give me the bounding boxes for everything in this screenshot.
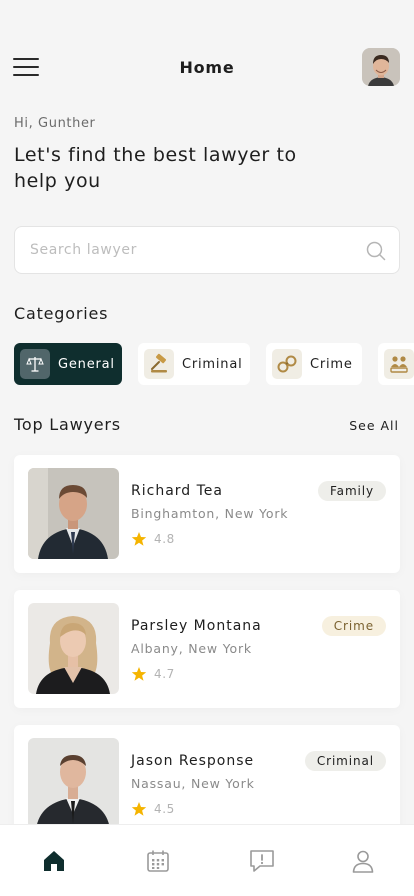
- star-icon: [131, 802, 147, 816]
- category-chip-criminal[interactable]: Criminal: [138, 343, 250, 385]
- top-lawyers-title: Top Lawyers: [14, 415, 121, 434]
- category-chip-crime[interactable]: Crime: [266, 343, 362, 385]
- search-icon[interactable]: [365, 240, 387, 262]
- see-all-link[interactable]: See All: [349, 418, 399, 433]
- search-input[interactable]: [15, 227, 355, 273]
- chat-alert-icon[interactable]: [248, 847, 276, 875]
- lawyer-name: Jason Response: [131, 753, 255, 769]
- lawyer-photo: [28, 603, 119, 694]
- lawyer-location: Binghamton, New York: [131, 506, 289, 521]
- gavel-icon: [144, 349, 174, 379]
- calendar-icon[interactable]: [144, 847, 172, 875]
- user-avatar-image: [362, 48, 400, 86]
- bottom-navigation: [0, 824, 414, 896]
- categories-title: Categories: [14, 304, 109, 323]
- star-icon: [131, 532, 147, 546]
- category-label: General: [58, 356, 115, 372]
- search-bar: [14, 226, 400, 274]
- lawyer-name: Richard Tea: [131, 483, 223, 499]
- rating-value: 4.8: [154, 532, 175, 546]
- category-badge: Criminal: [304, 751, 386, 771]
- lawyer-rating: 4.5: [131, 801, 175, 817]
- lawyer-photo: [28, 738, 119, 829]
- home-icon[interactable]: [40, 847, 68, 875]
- rating-value: 4.5: [154, 802, 175, 816]
- user-profile-icon[interactable]: [349, 847, 377, 875]
- lawyer-rating: 4.8: [131, 531, 175, 547]
- category-label: Criminal: [182, 356, 243, 372]
- handcuffs-icon: [272, 349, 302, 379]
- scales-icon: [20, 349, 50, 379]
- page-title: Home: [179, 58, 235, 77]
- category-badge: Family: [317, 481, 386, 501]
- avatar[interactable]: [362, 48, 400, 86]
- category-badge: Crime: [321, 616, 386, 636]
- top-app-bar: Home: [0, 40, 414, 96]
- lawyer-rating: 4.7: [131, 666, 175, 682]
- rating-value: 4.7: [154, 667, 175, 681]
- lawyer-photo: [28, 468, 119, 559]
- category-label: Crime: [310, 356, 353, 372]
- lawyer-card[interactable]: Richard Tea Binghamton, New York 4.8 Fam…: [14, 455, 400, 573]
- star-icon: [131, 667, 147, 681]
- headline: Let's find the best lawyer to help you: [14, 144, 297, 192]
- lawyer-card[interactable]: Parsley Montana Albany, New York 4.7 Cri…: [14, 590, 400, 708]
- family-icon: [384, 349, 414, 379]
- category-chip-general[interactable]: General: [14, 343, 122, 385]
- lawyer-location: Albany, New York: [131, 641, 252, 656]
- category-list: General Criminal Crime: [14, 343, 414, 385]
- greeting-text: Hi, Gunther: [14, 116, 96, 131]
- category-chip-family[interactable]: [378, 343, 414, 385]
- lawyer-name: Parsley Montana: [131, 618, 262, 634]
- lawyer-location: Nassau, New York: [131, 776, 255, 791]
